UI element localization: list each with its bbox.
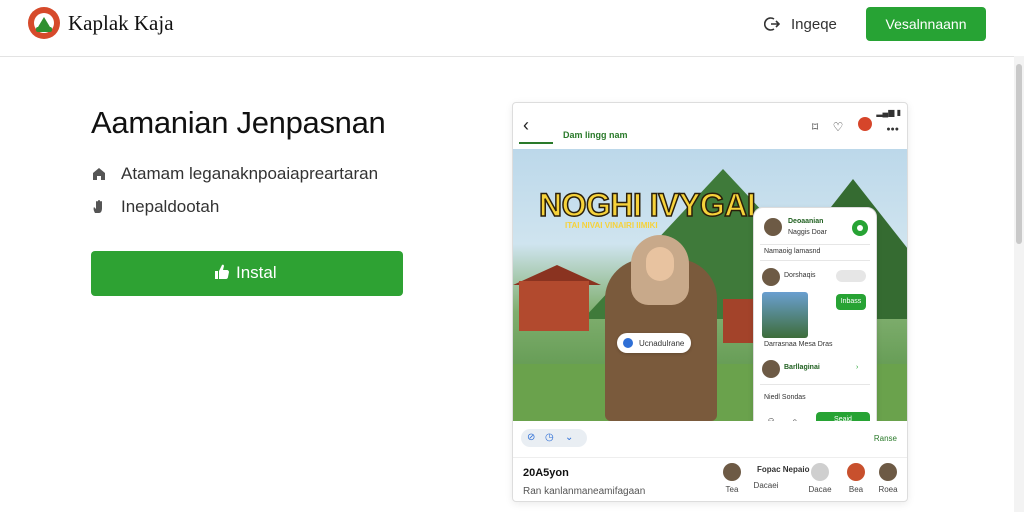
footer-item[interactable]: Tea (715, 463, 749, 494)
chevron-down-icon[interactable]: ⌄ (565, 432, 573, 443)
tag-chip[interactable]: Ucnadulrane (617, 333, 691, 353)
footer-item[interactable]: Dacaei (749, 481, 783, 490)
panel-user-name: Deoaanian (788, 218, 824, 225)
back-arrow-icon[interactable]: ‹ (523, 115, 529, 136)
preview-right-link[interactable]: Ranse (874, 434, 897, 443)
panel-action-button[interactable]: Inbass (836, 294, 866, 310)
house-shape (519, 281, 589, 331)
sign-in-icon[interactable] (764, 16, 780, 32)
footer-item-label: Bea (848, 485, 864, 494)
link-icon[interactable]: ⊘ (527, 432, 535, 443)
app-logo-icon[interactable] (28, 7, 60, 39)
panel-section-title: Niedl Sondas (764, 394, 806, 401)
footer-item-label: Dacae (808, 485, 832, 494)
status-bar-icons: ▂▄▆ ▮ (876, 108, 901, 117)
send-button[interactable]: Seaid (816, 412, 870, 421)
photo-caption: Darrasnaa Mesa Dras (764, 341, 833, 348)
footer-item[interactable]: Roea (871, 463, 905, 494)
info-dot-icon (623, 338, 633, 348)
tab-indicator (519, 142, 553, 144)
record-icon[interactable] (857, 117, 872, 131)
chevron-right-icon[interactable]: › (856, 364, 858, 371)
sign-in-link[interactable]: Ingeqe (791, 16, 837, 33)
brand-name[interactable]: Kaplak Kaja (68, 11, 174, 36)
avatar (847, 463, 865, 481)
install-label: Instal (236, 263, 277, 282)
house-icon (93, 168, 105, 180)
profile-photo[interactable] (762, 292, 808, 338)
menu-icon[interactable]: ●●● (886, 126, 899, 133)
primary-cta-button[interactable]: Vesalnnaann (866, 7, 986, 41)
footer-item-label: Tea (725, 485, 739, 494)
footer-description: Ran kanlanmaneamifagaan (523, 486, 646, 497)
feature-text: Inepaldootah (121, 197, 220, 216)
preview-toolbar: ⌑ ♡ ●●● (802, 117, 899, 136)
reaction-buttons[interactable]: ⊘ ◷ ⌄ (521, 429, 587, 447)
app-preview-screenshot: ▂▄▆ ▮ ‹ Dam lingg nam ⌑ ♡ ●●● NOGHI IVYG… (512, 102, 908, 502)
preview-action-bar: ⊘ ◷ ⌄ Ranse (513, 421, 907, 458)
status-pill (836, 270, 866, 282)
thumbs-up-icon (215, 264, 229, 279)
footer-item[interactable]: Bea (839, 463, 873, 494)
clock-icon[interactable]: ◷ (545, 432, 554, 443)
footer-item[interactable]: Dacae (803, 463, 837, 494)
panel-row-name: Barllaginai (784, 364, 820, 371)
feature-text: Atamam leganaknpoaiapreartaran (121, 164, 379, 183)
divider (760, 384, 870, 385)
online-toggle-icon[interactable] (852, 220, 868, 236)
footer-count: 20A5yon (523, 467, 569, 479)
divider (760, 260, 870, 261)
install-button[interactable]: Instal (91, 251, 403, 296)
footer-user-label: Fopac Nepaio (757, 465, 810, 474)
tab-label[interactable]: Dam lingg nam (563, 130, 628, 140)
avatar[interactable] (764, 218, 782, 236)
panel-section-title: Namaoig lamasnd (764, 248, 821, 255)
chat-panel: Deoaanian Naggis Doar Namaoig lamasnd Do… (753, 207, 877, 421)
hand-icon (93, 200, 102, 213)
chip-text: Ucnadulrane (639, 339, 685, 348)
panel-row-name: Dorshaqis (784, 272, 816, 279)
hero-photo: NOGHI IVYGAI ITAI NIVAI VINAIRI IIMIKI U… (513, 149, 907, 421)
avatar[interactable] (762, 268, 780, 286)
footer-item-label: Roea (878, 485, 898, 494)
scrollbar-thumb[interactable] (1016, 64, 1022, 244)
avatar[interactable] (762, 360, 780, 378)
avatar (879, 463, 897, 481)
top-navigation-bar: Kaplak Kaja Ingeqe Vesalnnaann (0, 0, 1024, 57)
panel-user-sub: Naggis Doar (788, 229, 827, 236)
hero-title: Aamanian Jenpasnan (91, 105, 386, 140)
footer-item-label: Dacaei (753, 481, 779, 490)
divider (760, 244, 870, 245)
scene-title: NOGHI IVYGAI (538, 186, 756, 224)
heart-icon[interactable]: ♡ (833, 120, 844, 134)
person-face (646, 247, 674, 281)
scene-subtitle: ITAI NIVAI VINAIRI IIMIKI (565, 221, 658, 230)
avatar (811, 463, 829, 481)
preview-footer: 20A5yon Ran kanlanmaneamifagaan Fopac Ne… (513, 457, 907, 501)
bookmark-icon[interactable]: ⌑ (812, 120, 818, 134)
avatar (723, 463, 741, 481)
